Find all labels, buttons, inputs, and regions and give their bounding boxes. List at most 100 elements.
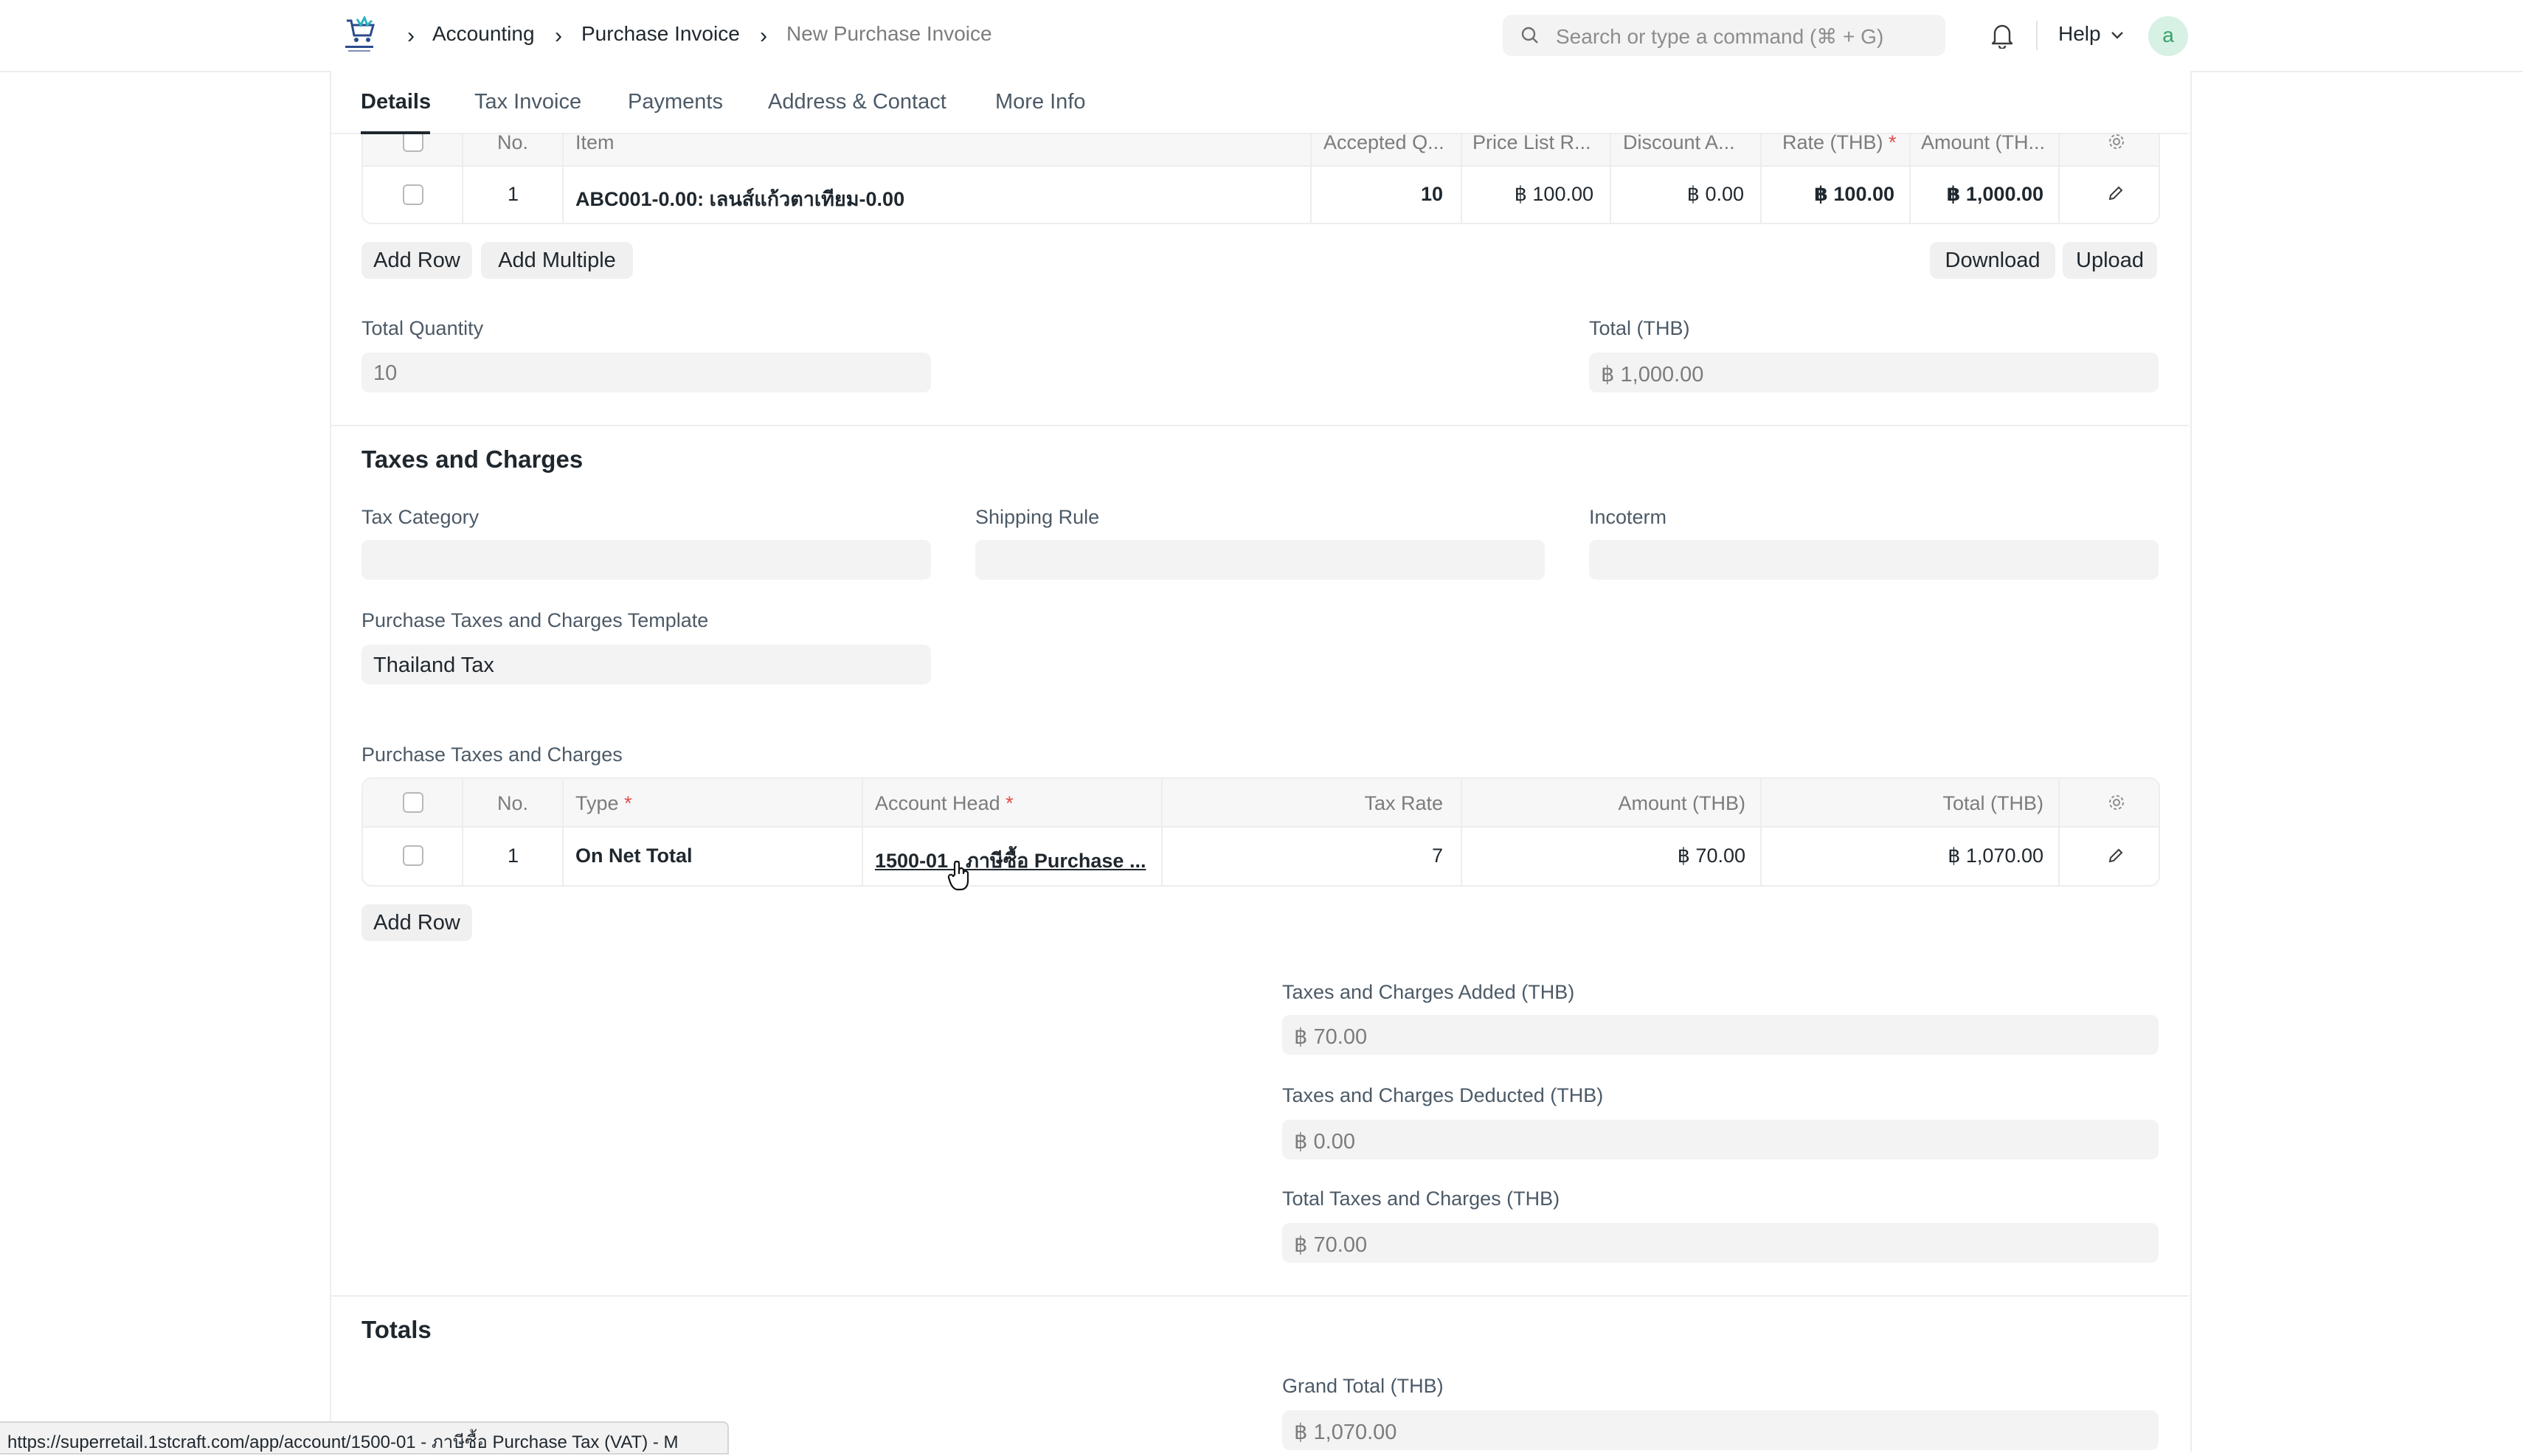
row-checkbox[interactable] (403, 184, 423, 205)
taxes-added-value: ฿ 70.00 (1294, 1025, 1368, 1049)
col-account-head-label: Account Head (875, 792, 1000, 814)
hand-cursor-icon (947, 860, 972, 891)
col-tax-rate: Tax Rate (1364, 792, 1443, 814)
form-tabs: Details Tax Invoice Payments Address & C… (331, 71, 2189, 134)
incoterm-field[interactable] (1589, 540, 2159, 580)
total-taxes-field: ฿ 70.00 (1282, 1223, 2159, 1263)
col-no: No. (497, 792, 529, 814)
tax-category-field[interactable] (361, 540, 931, 580)
row-rate[interactable]: ฿ 100.00 (1814, 183, 1894, 206)
section-divider (331, 425, 2189, 426)
app-logo[interactable] (341, 16, 378, 55)
incoterm-label: Incoterm (1589, 506, 1667, 528)
taxes-template-label: Purchase Taxes and Charges Template (361, 609, 709, 631)
total-field: ฿ 1,000.00 (1589, 353, 2159, 392)
total-label: Total (THB) (1589, 317, 1690, 339)
row-account-head-link[interactable]: 1500-01 - ภาษีซื้อ Purchase ... (875, 845, 1146, 876)
total-value: ฿ 1,000.00 (1601, 363, 1704, 386)
taxes-deducted-value: ฿ 0.00 (1294, 1130, 1355, 1154)
taxes-table: No. Type * Account Head * Tax Rate Amoun… (361, 777, 2160, 887)
grand-total-value: ฿ 1,070.00 (1294, 1421, 1397, 1444)
table-row[interactable]: 1 On Net Total 1500-01 - ภาษีซื้อ Purcha… (363, 826, 2159, 885)
shipping-rule-field[interactable] (975, 540, 1545, 580)
taxes-added-field: ฿ 70.00 (1282, 1015, 2159, 1055)
col-type-label: Type (575, 792, 619, 814)
section-divider (331, 1295, 2189, 1297)
taxes-deducted-field: ฿ 0.00 (1282, 1120, 2159, 1159)
breadcrumb-purchase-invoice[interactable]: Purchase Invoice (581, 22, 740, 46)
avatar[interactable]: a (2148, 16, 2188, 56)
gear-icon[interactable] (2107, 793, 2126, 812)
add-multiple-button[interactable]: Add Multiple (481, 242, 633, 279)
col-accepted-qty: Accepted Q... (1323, 131, 1444, 153)
tab-tax-invoice[interactable]: Tax Invoice (474, 90, 581, 114)
taxes-add-row-button[interactable]: Add Row (361, 904, 472, 941)
row-accepted-qty[interactable]: 10 (1421, 183, 1443, 206)
active-tab-indicator (361, 131, 430, 134)
row-no: 1 (508, 183, 519, 205)
total-quantity-label: Total Quantity (361, 317, 484, 339)
taxes-table-header: No. Type * Account Head * Tax Rate Amoun… (363, 779, 2159, 828)
bell-icon[interactable] (1990, 22, 2015, 49)
row-discount-amount[interactable]: ฿ 0.00 (1687, 183, 1744, 206)
search-placeholder: Search or type a command (⌘ + G) (1556, 25, 1884, 48)
col-rate: Rate (THB) * (1782, 131, 1897, 154)
tab-address-contact[interactable]: Address & Contact (768, 90, 946, 114)
grand-total-field: ฿ 1,070.00 (1282, 1410, 2159, 1450)
required-marker: * (624, 792, 632, 814)
breadcrumb-accounting[interactable]: Accounting (432, 22, 535, 46)
edit-icon[interactable] (2107, 847, 2125, 864)
items-add-row-button[interactable]: Add Row (361, 242, 472, 279)
tax-category-label: Tax Category (361, 506, 480, 528)
row-checkbox[interactable] (403, 845, 423, 866)
required-marker: * (1006, 792, 1014, 814)
gear-icon[interactable] (2107, 132, 2126, 151)
row-amount[interactable]: ฿ 70.00 (1678, 845, 1745, 867)
col-amount: Amount (TH... (1921, 131, 2046, 153)
row-type[interactable]: On Net Total (575, 845, 693, 867)
tab-payments[interactable]: Payments (628, 90, 723, 114)
row-total[interactable]: ฿ 1,070.00 (1948, 845, 2043, 867)
taxes-deducted-label: Taxes and Charges Deducted (THB) (1282, 1084, 1604, 1106)
help-label: Help (2058, 22, 2101, 45)
col-no: No. (497, 131, 529, 153)
total-quantity-value: 10 (373, 361, 398, 385)
col-discount-amount: Discount A... (1623, 131, 1735, 153)
row-amount[interactable]: ฿ 1,000.00 (1947, 183, 2043, 206)
download-button[interactable]: Download (1930, 242, 2055, 279)
shipping-rule-label: Shipping Rule (975, 506, 1100, 528)
table-row[interactable]: 1 ABC001-0.00: เลนส์แก้วตาเทียม-0.00 10 … (363, 165, 2159, 223)
taxes-template-value: Thailand Tax (373, 654, 494, 677)
upload-button[interactable]: Upload (2063, 242, 2157, 279)
total-taxes-value: ฿ 70.00 (1294, 1233, 1368, 1257)
col-type: Type * (575, 792, 632, 815)
row-price-list-rate[interactable]: ฿ 100.00 (1515, 183, 1593, 206)
grand-total-label: Grand Total (THB) (1282, 1375, 1444, 1397)
tab-details[interactable]: Details (361, 90, 431, 114)
search-icon (1520, 26, 1540, 45)
col-item: Item (575, 131, 615, 153)
browser-status-bar: https://superretail.1stcraft.com/app/acc… (0, 1421, 729, 1455)
row-item[interactable]: ABC001-0.00: เลนส์แก้วตาเทียม-0.00 (575, 183, 904, 215)
required-marker: * (1889, 131, 1897, 153)
col-account-head: Account Head * (875, 792, 1014, 815)
row-no: 1 (508, 845, 519, 867)
breadcrumb-current: New Purchase Invoice (786, 22, 992, 45)
help-dropdown[interactable]: Help (2058, 22, 2124, 46)
total-quantity-field: 10 (361, 353, 931, 392)
select-all-checkbox[interactable] (403, 131, 423, 152)
navbar: › Accounting › Purchase Invoice › New Pu… (0, 0, 2523, 72)
taxes-section-title[interactable]: Taxes and Charges (361, 446, 583, 474)
edit-icon[interactable] (2107, 184, 2125, 202)
search-input[interactable]: Search or type a command (⌘ + G) (1503, 15, 1945, 56)
chevron-right-icon: › (407, 24, 415, 48)
taxes-template-field[interactable]: Thailand Tax (361, 645, 931, 684)
col-total: Total (THB) (1942, 792, 2043, 814)
row-tax-rate[interactable]: 7 (1432, 845, 1443, 867)
totals-section-title[interactable]: Totals (361, 1316, 432, 1344)
select-all-checkbox[interactable] (403, 792, 423, 813)
chevron-right-icon: › (555, 24, 562, 48)
status-url: https://superretail.1stcraft.com/app/acc… (7, 1432, 679, 1452)
tab-more-info[interactable]: More Info (995, 90, 1086, 114)
taxes-added-label: Taxes and Charges Added (THB) (1282, 981, 1575, 1003)
